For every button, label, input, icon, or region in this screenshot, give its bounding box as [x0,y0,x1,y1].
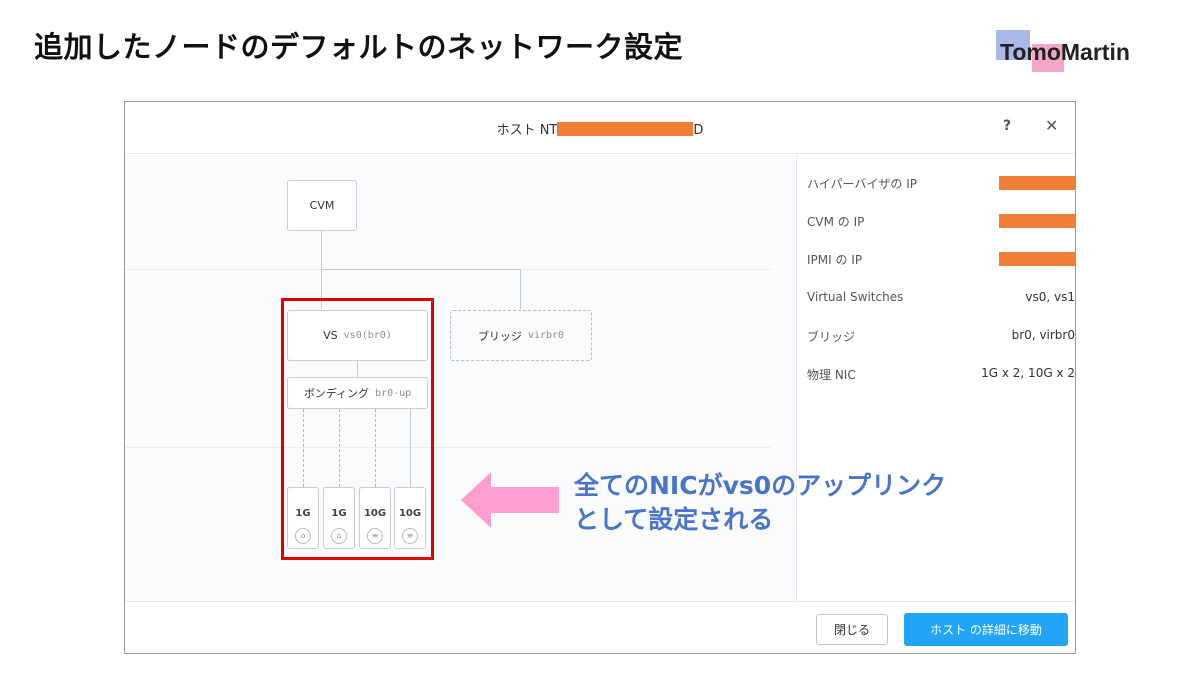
property-value: vs0, vs1 [1025,290,1075,304]
property-label: Virtual Switches [807,290,904,304]
logo-text: TomoMartin [1000,39,1130,65]
callout-line-1: 全てのNICがvs0のアップリンク [574,471,947,500]
redacted-host-name [557,122,694,136]
property-value: br0, virbr0 [1011,328,1075,342]
dialog-title: ホスト NT D [125,119,1075,138]
connector-line [520,269,521,309]
property-row: CVM の IP [807,211,1075,231]
property-label: ブリッジ [807,330,856,344]
left-arrow-icon [461,472,559,528]
redacted-value [999,176,1075,190]
cvm-node[interactable]: CVM [287,180,357,231]
bridge-node-label: ブリッジ [477,329,522,343]
dialog-footer: 閉じる ホスト の詳細に移動 [125,601,1075,653]
property-label: IPMI の IP [807,253,863,267]
property-label: CVM の IP [807,215,865,229]
property-label: ハイパーバイザの IP [807,177,917,191]
slide-title: 追加したノードのデフォルトのネットワーク設定 [34,30,684,64]
dialog-header: ホスト NT D ? ✕ [125,102,1075,154]
nic-highlight-box [281,298,434,560]
callout-text: 全てのNICがvs0のアップリンク として設定される [574,469,946,537]
cvm-node-label: CVM [309,199,335,212]
property-row: ブリッジ br0, virbr0 [807,326,1075,346]
go-to-host-details-button[interactable]: ホスト の詳細に移動 [904,613,1068,646]
property-row: IPMI の IP [807,249,1075,269]
diagram-separator [125,447,771,448]
property-row: 物理 NIC 1G x 2, 10G x 2 [807,364,1075,384]
dialog-title-prefix: ホスト NT [496,123,558,138]
host-dialog: ホスト NTD ? ✕ CVM VS vs0(br0) ブリッジ virbr0 [124,101,1076,654]
property-row: Virtual Switches vs0, vs1 [807,288,1075,308]
brand-logo: TomoMartin [996,30,1156,74]
help-button[interactable]: ? [1003,118,1011,134]
close-button[interactable]: 閉じる [816,614,888,645]
property-row: ハイパーバイザの IP [807,173,1075,193]
dialog-title-suffix: D [693,123,704,138]
redacted-value [999,214,1075,228]
bridge-node-code: virbr0 [527,330,565,341]
redacted-value [999,252,1075,266]
connector-line [321,269,521,270]
connector-line [321,231,322,270]
property-value: 1G x 2, 10G x 2 [981,366,1075,380]
close-icon[interactable]: ✕ [1045,116,1058,135]
bridge-node[interactable]: ブリッジ virbr0 [450,310,592,361]
property-label: 物理 NIC [807,368,856,382]
callout-line-2: として設定される [574,505,774,534]
